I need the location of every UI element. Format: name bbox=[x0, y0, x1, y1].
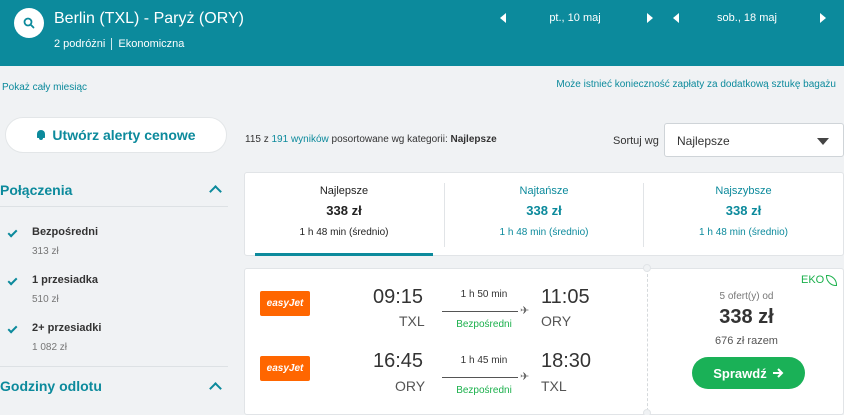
result-card[interactable]: easyJet 09:15 TXL 1 h 50 min ✈ Bezpośred… bbox=[244, 264, 844, 415]
tab-duration: 1 h 48 min (średnio) bbox=[299, 227, 389, 238]
tab-price: 338 zł bbox=[526, 203, 562, 218]
plane-icon: ✈ bbox=[520, 305, 530, 317]
bag-fee-link[interactable]: Może istnieć konieczność zapłaty za doda… bbox=[556, 79, 836, 90]
total-price: 676 zł razem bbox=[715, 335, 778, 347]
departure-hours-filter-title[interactable]: Godziny odlotu bbox=[0, 378, 102, 394]
offers-count[interactable]: 5 ofert(y) od bbox=[648, 291, 844, 302]
filter-label-one-stop: 1 przesiadka bbox=[32, 274, 99, 286]
filter-price-two-plus-stops: 1 082 zł bbox=[32, 342, 68, 353]
results-sorted-text: posortowane wg kategorii: bbox=[328, 134, 451, 145]
flight-duration: 1 h 50 min bbox=[460, 289, 508, 300]
flight-duration: 1 h 45 min bbox=[460, 355, 508, 366]
departure-time: 16:45 bbox=[373, 350, 424, 372]
chevron-down-icon bbox=[817, 138, 829, 145]
search-header: Berlin (TXL) - Paryż (ORY) 2 podróżni Ek… bbox=[0, 0, 844, 66]
check-deal-label: Sprawdź bbox=[713, 365, 767, 381]
return-date[interactable]: sob., 18 maj bbox=[692, 12, 802, 24]
checkbox-two-plus-stops[interactable] bbox=[7, 323, 18, 334]
tab-best[interactable]: Najlepsze 338 zł 1 h 48 min (średnio) bbox=[245, 173, 443, 257]
departure-airport: TXL bbox=[399, 313, 425, 329]
plane-icon: ✈ bbox=[520, 371, 530, 383]
prev-departure-date-icon[interactable] bbox=[500, 13, 506, 23]
tab-cheapest[interactable]: Najtańsze 338 zł 1 h 48 min (średnio) bbox=[445, 173, 643, 257]
cabin-class: Ekonomiczna bbox=[118, 38, 185, 50]
price: 338 zł bbox=[719, 306, 774, 328]
results-total-link[interactable]: 191 wyników bbox=[272, 134, 329, 145]
whole-month-link[interactable]: Pokaż cały miesiąc bbox=[2, 82, 87, 93]
prev-return-date-icon[interactable] bbox=[673, 13, 679, 23]
flight-line bbox=[442, 377, 518, 378]
filter-price-one-stop: 510 zł bbox=[32, 294, 59, 305]
divider bbox=[0, 366, 228, 367]
departure-time: 09:15 bbox=[373, 286, 424, 308]
checkbox-direct[interactable] bbox=[7, 227, 18, 238]
sort-selected-value: Najlepsze bbox=[677, 134, 730, 148]
stops-label: Bezpośredni bbox=[456, 385, 512, 396]
next-departure-date-icon[interactable] bbox=[647, 13, 653, 23]
stops-label: Bezpośredni bbox=[456, 319, 512, 330]
tab-title: Najtańsze bbox=[519, 185, 569, 197]
results-category: Najlepsze bbox=[450, 134, 497, 145]
connections-filter-title[interactable]: Połączenia bbox=[0, 182, 72, 198]
departure-date[interactable]: pt., 10 maj bbox=[520, 12, 630, 24]
filter-label-direct: Bezpośredni bbox=[32, 226, 99, 238]
bell-icon bbox=[36, 129, 46, 141]
divider bbox=[111, 38, 113, 50]
tab-price: 338 zł bbox=[326, 203, 362, 218]
chevron-up-icon[interactable] bbox=[209, 382, 222, 395]
tab-title: Najszybsze bbox=[715, 185, 772, 197]
active-tab-indicator bbox=[255, 253, 433, 256]
sort-label: Sortuj wg bbox=[613, 135, 659, 147]
filter-label-two-plus-stops: 2+ przesiadki bbox=[32, 322, 102, 334]
results-summary: 115 z 191 wyników posortowane wg kategor… bbox=[245, 134, 497, 145]
departure-airport: ORY bbox=[395, 378, 426, 394]
search-button[interactable] bbox=[14, 8, 44, 38]
tab-duration: 1 h 48 min (średnio) bbox=[499, 227, 589, 238]
trip-details[interactable]: 2 podróżni Ekonomiczna bbox=[54, 38, 184, 50]
route-title[interactable]: Berlin (TXL) - Paryż (ORY) bbox=[54, 10, 244, 28]
filter-price-direct: 313 zł bbox=[32, 246, 59, 257]
price-alert-button[interactable]: Utwórz alerty cenowe bbox=[5, 117, 227, 153]
arrival-airport: ORY bbox=[541, 313, 572, 329]
arrival-time: 11:05 bbox=[541, 286, 590, 308]
arrow-right-icon bbox=[772, 368, 784, 378]
results-shown: 115 z bbox=[245, 134, 272, 145]
tab-title: Najlepsze bbox=[319, 185, 369, 197]
arrival-airport: TXL bbox=[541, 378, 567, 394]
search-icon bbox=[23, 17, 35, 29]
divider bbox=[0, 206, 228, 207]
price-alert-label: Utwórz alerty cenowe bbox=[52, 127, 196, 143]
airline-logo: easyJet bbox=[260, 356, 310, 381]
eco-badge[interactable]: EKO bbox=[801, 274, 838, 286]
sort-tabs: Najlepsze 338 zł 1 h 48 min (średnio) Na… bbox=[244, 172, 844, 256]
sort-dropdown[interactable]: Najlepsze bbox=[664, 123, 844, 157]
tab-price: 338 zł bbox=[725, 203, 762, 218]
arrival-time: 18:30 bbox=[541, 350, 592, 372]
eco-label: EKO bbox=[801, 274, 825, 286]
travelers-count: 2 podróżni bbox=[54, 38, 106, 50]
chevron-up-icon[interactable] bbox=[209, 185, 222, 198]
flight-line bbox=[442, 311, 518, 312]
checkbox-one-stop[interactable] bbox=[7, 275, 18, 286]
leaf-icon bbox=[826, 274, 838, 286]
tab-duration: 1 h 48 min (średnio) bbox=[699, 227, 788, 238]
tab-fastest[interactable]: Najszybsze 338 zł 1 h 48 min (średnio) bbox=[644, 173, 843, 257]
airline-logo: easyJet bbox=[260, 291, 310, 316]
next-return-date-icon[interactable] bbox=[820, 13, 826, 23]
card-notch bbox=[643, 264, 651, 272]
card-notch bbox=[643, 409, 651, 415]
check-deal-button[interactable]: Sprawdź bbox=[692, 357, 805, 389]
